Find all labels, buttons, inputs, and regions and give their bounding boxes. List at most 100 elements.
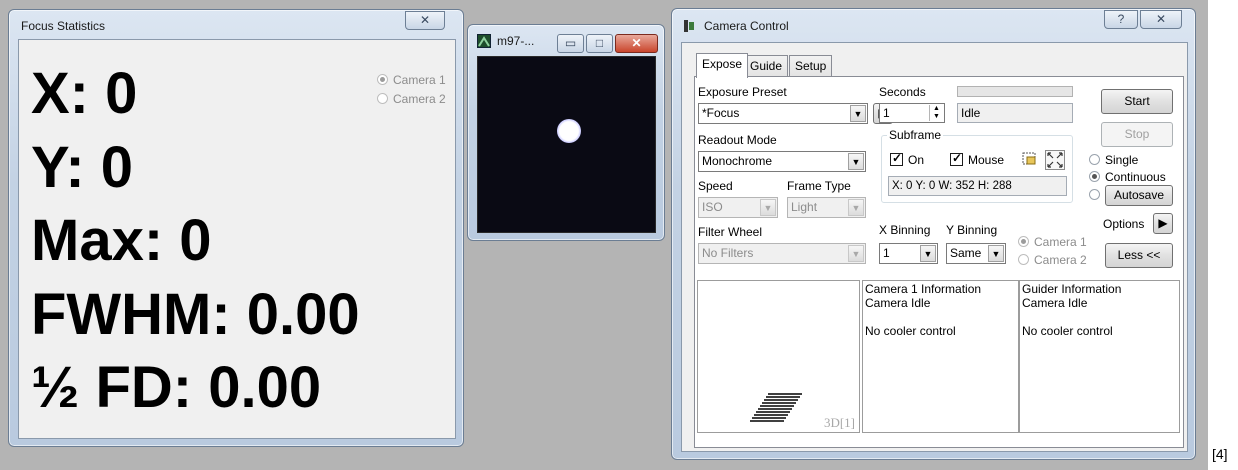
- readout-mode-select[interactable]: Monochrome ▼: [698, 151, 866, 172]
- spin-updown-icon[interactable]: ▲ ▼: [929, 105, 943, 121]
- close-icon: ✕: [419, 13, 431, 27]
- radio-selected-icon: [1018, 236, 1029, 247]
- less-button[interactable]: Less <<: [1105, 243, 1173, 268]
- title-bar[interactable]: Camera Control ? ✕: [672, 9, 1195, 37]
- subframe-readout-field: X: 0 Y: 0 W: 352 H: 288: [888, 176, 1067, 196]
- continuous-mode-label: Continuous: [1105, 170, 1166, 184]
- close-icon: ✕: [1155, 12, 1167, 26]
- autosave-button[interactable]: Autosave: [1105, 185, 1173, 206]
- window-title: Focus Statistics: [21, 19, 106, 33]
- subframe-on-checkbox[interactable]: On: [890, 151, 925, 167]
- single-mode-radio[interactable]: Single: [1089, 153, 1138, 167]
- speed-label: Speed: [698, 179, 733, 193]
- radio-empty-icon: [1018, 254, 1029, 265]
- chevron-down-icon: ▼: [760, 199, 776, 216]
- chevron-down-icon: ▼: [850, 105, 866, 122]
- footnote-label: [4]: [1212, 446, 1228, 462]
- readout-mode-value: Monochrome: [702, 154, 773, 168]
- title-bar[interactable]: Focus Statistics ✕: [9, 10, 463, 38]
- x-binning-select[interactable]: 1 ▼: [879, 243, 938, 264]
- half-fd-stat: ½ FD: 0.00: [31, 355, 322, 420]
- full-frame-icon[interactable]: [1045, 150, 1065, 170]
- seconds-input[interactable]: 1 ▲ ▼: [879, 103, 945, 123]
- binning-camera-1-label: Camera 1: [1034, 235, 1087, 249]
- chevron-down-icon: ▼: [988, 245, 1004, 262]
- radio-empty-icon: [1089, 154, 1100, 165]
- subframe-mouse-label: Mouse: [968, 153, 1005, 167]
- max-stat: Max: 0: [31, 208, 212, 273]
- y-binning-value: Same: [950, 246, 982, 260]
- binning-camera-2-radio[interactable]: Camera 2: [1018, 253, 1087, 267]
- minimize-button[interactable]: ▭: [557, 34, 584, 53]
- guider-information-pane: Guider Information Camera Idle No cooler…: [1019, 280, 1180, 433]
- chevron-down-icon: ▼: [848, 153, 864, 170]
- speed-value: ISO: [702, 200, 723, 214]
- window-title: m97-...: [497, 34, 535, 48]
- stop-button[interactable]: Stop: [1101, 122, 1173, 147]
- tab-guide[interactable]: Guide: [744, 55, 789, 77]
- x-binning-value: 1: [883, 246, 890, 260]
- subframe-on-label: On: [908, 153, 925, 167]
- exposure-preset-value: *Focus: [702, 106, 740, 120]
- exposure-preset-select[interactable]: *Focus ▼: [698, 103, 868, 124]
- checkbox-checked-icon: [950, 151, 963, 166]
- maximize-button[interactable]: □: [586, 34, 613, 53]
- close-button[interactable]: ✕: [615, 34, 658, 53]
- seconds-label: Seconds: [879, 85, 926, 99]
- y-stat: Y: 0: [31, 135, 134, 200]
- minimize-icon: ▭: [564, 36, 577, 50]
- checkbox-checked-icon: [890, 151, 903, 166]
- subframe-mouse-checkbox[interactable]: Mouse: [950, 151, 1005, 167]
- tab-setup[interactable]: Setup: [789, 55, 833, 77]
- camera-app-icon: [683, 19, 695, 33]
- speed-select[interactable]: ISO ▼: [698, 197, 778, 218]
- image-app-icon: [477, 34, 491, 48]
- camera-1-information-pane: Camera 1 Information Camera Idle No cool…: [862, 280, 1019, 433]
- radio-empty-icon: [1089, 189, 1100, 200]
- x-binning-label: X Binning: [879, 223, 931, 237]
- preview-3d-label: 3D[1]: [823, 415, 855, 430]
- title-bar[interactable]: m97-... ▭ □ ✕: [468, 25, 664, 53]
- camera-client-area: Expose Guide Setup Exposure Preset *Focu…: [681, 42, 1188, 452]
- window-title: Camera Control: [704, 19, 789, 33]
- y-binning-select[interactable]: Same ▼: [946, 243, 1006, 264]
- star-spot: [557, 119, 581, 143]
- status-field: Idle: [957, 103, 1073, 123]
- maximize-icon: □: [595, 36, 604, 50]
- exposure-progress-bar: [957, 86, 1073, 97]
- help-icon: ?: [1117, 12, 1125, 26]
- status-value: Idle: [961, 106, 981, 120]
- frame-type-select[interactable]: Light ▼: [787, 197, 866, 218]
- subframe-readout-value: X: 0 Y: 0 W: 352 H: 288: [892, 180, 1012, 192]
- frame-type-label: Frame Type: [787, 179, 851, 193]
- help-button[interactable]: ?: [1104, 10, 1138, 29]
- camera-1-radio[interactable]: Camera 1: [377, 73, 446, 87]
- radio-selected-icon: [377, 74, 388, 85]
- camera-control-window: Camera Control ? ✕ Expose Guide Setup Ex…: [671, 8, 1196, 460]
- start-button[interactable]: Start: [1101, 89, 1173, 114]
- binning-camera-2-label: Camera 2: [1034, 253, 1087, 267]
- readout-mode-label: Readout Mode: [698, 133, 777, 147]
- close-button[interactable]: ✕: [1140, 10, 1182, 29]
- filter-wheel-select[interactable]: No Filters ▼: [698, 243, 866, 264]
- filter-wheel-label: Filter Wheel: [698, 225, 763, 239]
- binning-camera-1-radio[interactable]: Camera 1: [1018, 235, 1087, 249]
- options-label: Options: [1103, 217, 1145, 231]
- close-icon: ✕: [631, 36, 642, 50]
- camera-2-radio[interactable]: Camera 2: [377, 92, 446, 106]
- focus-statistics-window: Focus Statistics ✕ X: 0 Y: 0 Max: 0 FWHM…: [8, 9, 464, 447]
- continuous-mode-radio[interactable]: Continuous: [1089, 170, 1166, 184]
- star-image-canvas[interactable]: [477, 56, 656, 233]
- camera-1-label: Camera 1: [393, 73, 446, 87]
- chevron-down-icon: ▼: [848, 245, 864, 262]
- select-region-icon[interactable]: [1020, 150, 1040, 170]
- focus-client-area: X: 0 Y: 0 Max: 0 FWHM: 0.00 ½ FD: 0.00 C…: [18, 39, 456, 439]
- filter-wheel-value: No Filters: [702, 246, 754, 260]
- preview-3d-pane[interactable]: 3D[1]: [697, 280, 860, 433]
- chevron-down-icon: ▼: [848, 199, 864, 216]
- close-button[interactable]: ✕: [405, 11, 445, 30]
- tab-expose[interactable]: Expose: [696, 53, 749, 78]
- y-binning-label: Y Binning: [946, 223, 998, 237]
- options-button[interactable]: ▶: [1153, 213, 1173, 234]
- autosave-radio[interactable]: [1089, 188, 1105, 202]
